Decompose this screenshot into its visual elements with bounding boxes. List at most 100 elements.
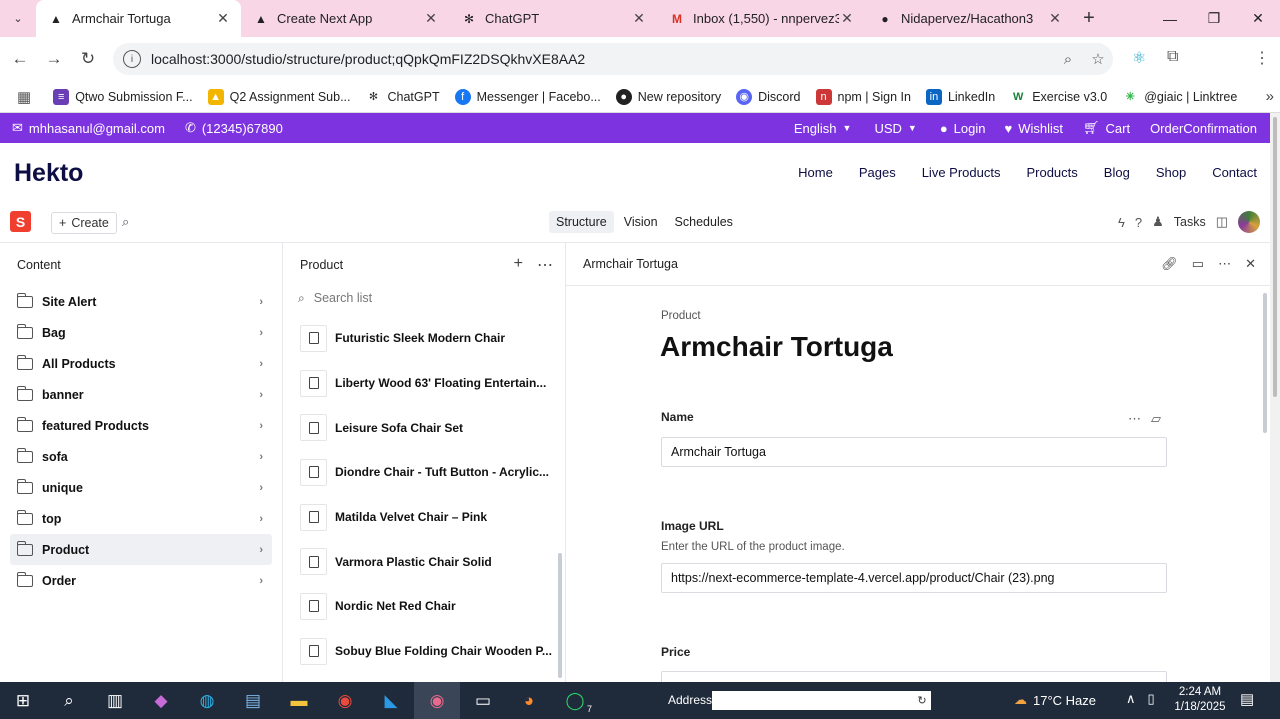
close-tab-icon[interactable]: ✕ [423, 10, 439, 27]
close-tab-icon[interactable]: ✕ [631, 10, 647, 27]
comment-icon[interactable]: ▭ [1192, 256, 1204, 272]
content-item-product[interactable]: Product › [10, 534, 272, 565]
more-menu-icon[interactable]: ⋯ [1218, 256, 1231, 272]
name-field[interactable]: Armchair Tortuga [661, 437, 1167, 467]
windows-start-icon[interactable]: ⊞ [0, 682, 46, 719]
search-icon[interactable]: ⌕ [122, 214, 129, 230]
site-logo[interactable]: Hekto [14, 159, 83, 188]
close-tab-icon[interactable]: ✕ [215, 10, 231, 27]
content-item-all-products[interactable]: All Products › [10, 348, 272, 379]
search-list-input[interactable]: ⌕ Search list [283, 286, 565, 310]
help-icon[interactable]: ? [1135, 215, 1142, 230]
back-icon[interactable]: ← [3, 49, 37, 69]
list-scrollbar[interactable] [558, 553, 562, 678]
apps-grid-icon[interactable]: ▦ [17, 88, 31, 106]
close-icon[interactable]: ✕ [1245, 256, 1256, 272]
zoom-icon[interactable]: ⌕ [1053, 51, 1083, 68]
list-item[interactable]: Diondre Chair - Tuft Button - Acrylic... [283, 450, 565, 495]
create-button[interactable]: + Create [51, 212, 117, 234]
list-item[interactable]: Futuristic Sleek Modern Chair [283, 316, 565, 361]
restore-icon[interactable]: ❐ [1192, 0, 1236, 37]
content-item-unique[interactable]: unique › [10, 472, 272, 503]
link-icon[interactable]: 🔗︎ [1161, 256, 1178, 272]
address-toolbar-input[interactable] [712, 691, 914, 710]
content-item-featured-products[interactable]: featured Products › [10, 410, 272, 441]
terminal-icon[interactable]: ▭ [460, 682, 506, 719]
tab-github[interactable]: ● Nidapervez/Hacathon3 ✕ [865, 0, 1073, 37]
currency-select[interactable]: USD ▼ [874, 121, 916, 136]
site-info-icon[interactable]: i [123, 50, 141, 68]
sanity-logo[interactable]: S [10, 211, 31, 232]
bookmark-q2-assignment[interactable]: ▲ Q2 Assignment Sub... [207, 88, 351, 105]
user-avatar[interactable] [1238, 211, 1260, 233]
nav-home[interactable]: Home [798, 165, 833, 180]
nav-blog[interactable]: Blog [1104, 165, 1130, 180]
add-document-icon[interactable]: + [514, 255, 523, 275]
remote-desktop-icon[interactable]: ▤ [230, 682, 276, 719]
url-omnibox[interactable]: i localhost:3000/studio/structure/produc… [113, 43, 1113, 75]
content-item-sofa[interactable]: sofa › [10, 441, 272, 472]
nav-products[interactable]: Products [1026, 165, 1077, 180]
minimize-icon[interactable]: — [1148, 0, 1192, 37]
whatsapp-icon[interactable]: ◯ 7 [552, 682, 598, 719]
tab-create-next-app[interactable]: ▲ Create Next App ✕ [241, 0, 449, 37]
bookmark-npm[interactable]: n npm | Sign In [815, 88, 911, 105]
list-item[interactable]: Varmora Plastic Chair Solid [283, 539, 565, 584]
bookmark-linktree[interactable]: ✳ @giaic | Linktree [1122, 89, 1238, 105]
task-view-icon[interactable]: ▥ [92, 682, 138, 719]
notifications-icon[interactable]: ▤ [1240, 690, 1254, 708]
tab-schedules[interactable]: Schedules [668, 211, 740, 233]
list-item[interactable]: Liberty Wood 63' Floating Entertain... [283, 361, 565, 406]
content-item-site-alert[interactable]: Site Alert › [10, 286, 272, 317]
image-url-field[interactable]: https://next-ecommerce-template-4.vercel… [661, 563, 1167, 593]
more-menu-icon[interactable]: ⋯ [1128, 411, 1141, 427]
new-tab-button[interactable]: + [1073, 7, 1105, 30]
cart-link[interactable]: 🛒︎ Cart [1083, 120, 1130, 136]
list-item[interactable]: Matilda Velvet Chair – Pink [283, 495, 565, 540]
comment-add-icon[interactable]: ▱ [1151, 411, 1161, 427]
nav-pages[interactable]: Pages [859, 165, 896, 180]
clock[interactable]: 2:24 AM 1/18/2025 [1170, 685, 1230, 715]
bookmark-messenger[interactable]: f Messenger | Facebo... [454, 88, 601, 105]
document-scrollbar[interactable] [1263, 293, 1267, 433]
content-item-order[interactable]: Order › [10, 565, 272, 596]
url-text[interactable]: localhost:3000/studio/structure/product;… [151, 51, 1053, 67]
address-go-icon[interactable]: ↻ [913, 691, 931, 710]
nav-shop[interactable]: Shop [1156, 165, 1186, 180]
language-select[interactable]: English ▼ [794, 121, 852, 136]
list-item[interactable]: Nordic Net Red Chair [283, 584, 565, 629]
browser-menu-icon[interactable]: ⋮ [1254, 48, 1270, 68]
chrome-icon[interactable]: ◉ [322, 682, 368, 719]
close-window-icon[interactable]: ✕ [1236, 0, 1280, 37]
close-tab-icon[interactable]: ✕ [1047, 10, 1063, 27]
bookmark-exercise[interactable]: W Exercise v3.0 [1010, 89, 1107, 105]
lightning-icon[interactable]: ϟ [1118, 215, 1125, 230]
copilot-icon[interactable]: ◆ [138, 682, 184, 719]
list-item[interactable]: Sobuy Blue Folding Chair Wooden P... [283, 629, 565, 674]
content-item-top[interactable]: top › [10, 503, 272, 534]
page-scrollbar-thumb[interactable] [1273, 117, 1277, 397]
tab-vision[interactable]: Vision [617, 211, 665, 233]
bookmark-chatgpt[interactable]: ✻ ChatGPT [366, 89, 440, 105]
page-scrollbar[interactable] [1270, 113, 1280, 682]
wishlist-link[interactable]: ♥ Wishlist [1004, 121, 1063, 136]
chrome-profile-icon[interactable]: ◉ [414, 682, 460, 719]
more-bookmarks-icon[interactable]: » [1266, 88, 1274, 105]
weather-widget[interactable]: ☁ 17°C Haze [1014, 692, 1096, 708]
content-item-banner[interactable]: banner › [10, 379, 272, 410]
reload-icon[interactable]: ↻ [71, 49, 105, 69]
nav-contact[interactable]: Contact [1212, 165, 1257, 180]
forward-icon[interactable]: → [37, 49, 71, 69]
nav-live-products[interactable]: Live Products [922, 165, 1001, 180]
bookmark-linkedin[interactable]: in LinkedIn [925, 88, 995, 105]
sidebar-toggle-icon[interactable]: ◫ [1216, 214, 1228, 230]
bookmark-star-icon[interactable]: ☆ [1083, 50, 1113, 68]
people-icon[interactable]: ♟ [1152, 214, 1164, 230]
tasks-button[interactable]: Tasks [1174, 215, 1206, 229]
tab-search-icon[interactable]: ⌄ [0, 0, 36, 37]
order-confirmation-link[interactable]: OrderConfirmation [1150, 121, 1257, 136]
login-link[interactable]: ● Login [940, 121, 986, 136]
battery-icon[interactable]: ▯ [1148, 691, 1155, 707]
bookmark-new-repository[interactable]: ● New repository [615, 88, 721, 105]
bookmark-qtwo[interactable]: ≡ Qtwo Submission F... [53, 88, 193, 105]
